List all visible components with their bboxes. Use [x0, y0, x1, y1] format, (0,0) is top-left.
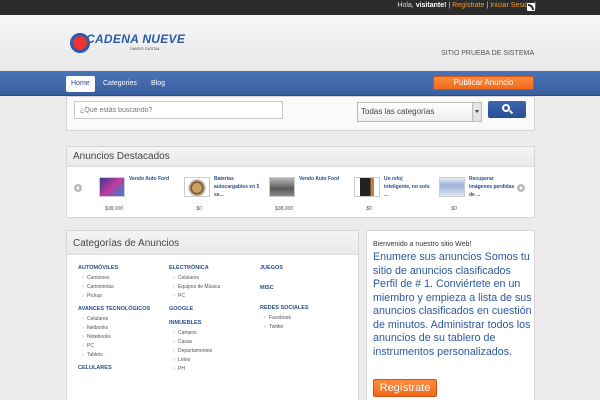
carousel-next-icon[interactable]	[517, 184, 525, 192]
ad-thumbnail[interactable]	[354, 177, 380, 197]
subcategory-link[interactable]: Camionetas	[78, 283, 168, 292]
subcategory-link[interactable]: Tablets	[78, 351, 168, 360]
ad-price: $38,000	[104, 206, 124, 212]
separator: |	[486, 2, 489, 9]
nav-item-categories[interactable]: Categories	[98, 76, 142, 92]
ad-price: $0	[366, 206, 372, 212]
search-input[interactable]	[74, 101, 283, 119]
categories-title: Categorías de Anuncios	[67, 231, 358, 255]
ad-title-link[interactable]: Vendo Auto Ford	[129, 175, 175, 183]
logo-text: CADENA NUEVE	[86, 32, 186, 46]
category-group: REDES SOCIALES Facebook Twitter	[260, 305, 350, 332]
category-link[interactable]: MISC	[260, 285, 350, 291]
subcategory-link[interactable]: Facebook	[260, 314, 350, 323]
category-column: AUTOMÓVILES Camiones Camionetas Pickup A…	[78, 265, 168, 374]
site-header: CADENA NUEVE DIARIO DIGITAL SITIO PRUEBA…	[0, 15, 600, 71]
ad-thumbnail[interactable]	[439, 177, 465, 197]
category-group: CELULARES	[78, 365, 168, 371]
category-group: MISC	[260, 285, 350, 291]
category-link[interactable]: AUTOMÓVILES	[78, 265, 168, 271]
subcategory-link[interactable]: PC	[78, 342, 168, 351]
subcategory-link[interactable]: Celulares	[78, 315, 168, 324]
ad-price: $38,000	[274, 206, 294, 212]
category-group: INMUEBLES Campos Casas Departamentos Lot…	[169, 320, 259, 374]
separator: |	[448, 2, 451, 9]
ad-title-link[interactable]: Un reloj inteligente, no solo ...	[384, 175, 430, 199]
publish-ad-button[interactable]: Publicar Anuncio	[433, 76, 534, 90]
category-link[interactable]: AVANCES TECNOLÓGICOS	[78, 306, 168, 312]
category-group: AVANCES TECNOLÓGICOS Celulares Netbooks …	[78, 306, 168, 360]
search-button[interactable]	[488, 101, 526, 118]
subcategory-link[interactable]: Twitter	[260, 323, 350, 332]
subcategory-link[interactable]: Lotes	[169, 356, 259, 365]
category-group: JUEGOS	[260, 265, 350, 271]
category-select-value: Todas las categorías	[361, 107, 435, 116]
category-link[interactable]: INMUEBLES	[169, 320, 259, 326]
featured-ad-item[interactable]: Un reloj inteligente, no solo ... $0	[354, 175, 432, 215]
greeting-text: Hola,	[397, 2, 414, 9]
featured-ad-item[interactable]: Vendo Auto Ford $38,000	[99, 175, 177, 215]
featured-ad-item[interactable]: Vendo Auto Ford $38,000	[269, 175, 347, 215]
category-group: ELECTRÓNICA Celulares Equipos de Música …	[169, 265, 259, 301]
carousel-prev-icon[interactable]	[74, 184, 82, 192]
search-icon-handle	[508, 109, 514, 115]
category-link[interactable]: REDES SOCIALES	[260, 305, 350, 311]
category-link[interactable]: GOOGLE	[169, 306, 259, 312]
subcategory-link[interactable]: PC	[169, 292, 259, 301]
user-greeting: Hola, visitante! | Regístrate | Iniciar …	[397, 2, 536, 9]
register-button[interactable]: Regístrate	[373, 379, 437, 397]
ad-price: $0	[196, 206, 202, 212]
subcategory-link[interactable]: Departamentos	[169, 347, 259, 356]
featured-ad-item[interactable]: Recuperar imágenes perdidas de ... $0	[439, 175, 517, 215]
subcategory-link[interactable]: Casas	[169, 338, 259, 347]
featured-ads-title: Anuncios Destacados	[67, 147, 534, 167]
nav-item-blog[interactable]: Blog	[146, 76, 170, 92]
subcategory-link[interactable]: Celulares	[169, 274, 259, 283]
category-select[interactable]: Todas las categorías	[357, 102, 482, 122]
site-logo[interactable]: CADENA NUEVE DIARIO DIGITAL	[70, 32, 185, 54]
subcategory-link[interactable]: Pickup	[78, 292, 168, 301]
register-link[interactable]: Regístrate	[452, 2, 484, 9]
nav-item-home[interactable]: Home	[66, 76, 95, 92]
category-group: AUTOMÓVILES Camiones Camionetas Pickup	[78, 265, 168, 301]
ad-title-link[interactable]: Recuperar imágenes perdidas de ...	[469, 175, 515, 199]
category-column: ELECTRÓNICA Celulares Equipos de Música …	[169, 265, 259, 377]
ad-title-link[interactable]: Baterías autocargables en 5 se...	[214, 175, 260, 199]
category-link[interactable]: JUEGOS	[260, 265, 350, 271]
ad-thumbnail[interactable]	[99, 177, 125, 197]
subcategory-link[interactable]: PH	[169, 365, 259, 374]
ad-title-link[interactable]: Vendo Auto Ford	[299, 175, 345, 183]
site-slogan: SITIO PRUEBA DE SISTEMA	[441, 50, 534, 57]
login-link[interactable]: Iniciar Sesión	[490, 2, 532, 9]
visitor-name: visitante!	[415, 2, 447, 9]
category-column: JUEGOS MISC REDES SOCIALES Facebook Twit…	[260, 265, 350, 335]
featured-ad-item[interactable]: Baterías autocargables en 5 se... $0	[184, 175, 262, 215]
subcategory-link[interactable]: Notebooks	[78, 333, 168, 342]
category-link[interactable]: ELECTRÓNICA	[169, 265, 259, 271]
subcategory-link[interactable]: Netbooks	[78, 324, 168, 333]
welcome-text: Enumere sus anuncios Somos tu sitio de a…	[373, 251, 532, 358]
ad-thumbnail[interactable]	[269, 177, 295, 197]
category-link[interactable]: CELULARES	[78, 365, 168, 371]
rss-icon[interactable]	[527, 3, 535, 11]
category-group: GOOGLE	[169, 306, 259, 312]
logo-subtitle: DIARIO DIGITAL	[130, 46, 161, 51]
dropdown-arrow-icon	[472, 103, 481, 121]
subcategory-link[interactable]: Equipos de Música	[169, 283, 259, 292]
welcome-title: Bienvenido a nuestro sitio Web!	[373, 241, 472, 248]
ad-thumbnail[interactable]	[184, 177, 210, 197]
subcategory-link[interactable]: Campos	[169, 329, 259, 338]
subcategory-link[interactable]: Camiones	[78, 274, 168, 283]
ad-price: $0	[451, 206, 457, 212]
top-bar: Hola, visitante! | Regístrate | Iniciar …	[0, 0, 600, 15]
